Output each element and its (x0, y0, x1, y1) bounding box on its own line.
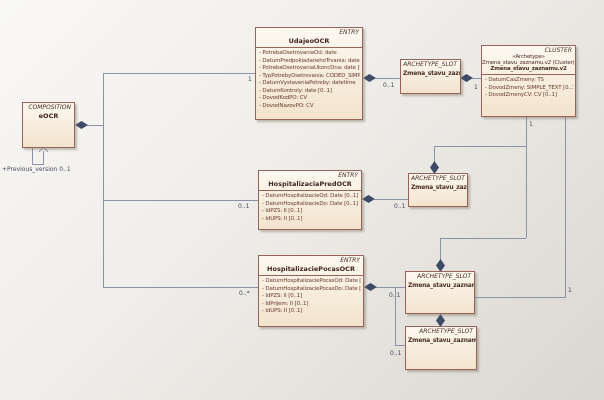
multiplicity-label: 0..1 (390, 350, 401, 357)
connector-segment (32, 148, 33, 165)
attribute-list: - DatumCasZmeny: TS - DovodZmeny: SIMPLE… (482, 74, 575, 101)
attribute: - DovodNazovPO: CV (259, 103, 360, 111)
stereotype-label: ENTRY (259, 171, 361, 179)
class-slot-zmena-stavu-zaznamu-spp[interactable]: ARCHETYPE_SLOT Zmena_stavu_zaznamu_SPP (405, 326, 477, 370)
class-hospitalizaciepocasocr[interactable]: ENTRY HospitalizaciePocasOCR - DatumHosp… (258, 255, 364, 327)
class-title: Zmena_stavu_zaznamu (401, 68, 460, 78)
connector-segment (565, 117, 566, 297)
attribute: - DatumHospitalizacieDo: Date [0..1] (262, 201, 359, 209)
class-title: Zmena_stavu_zaznamu_UPS (406, 280, 474, 290)
stereotype-label: ENTRY (259, 256, 363, 264)
connector-segment (472, 78, 481, 79)
attribute: - IdPZS: II [0..1] (262, 293, 361, 301)
attribute: - DatumPredpokladanehoTrvania: date (259, 58, 360, 66)
class-title: HospitalizaciaPredOCR (259, 179, 361, 190)
class-title: Zmena_stavu_zaznamu (409, 182, 467, 192)
connector-segment (434, 146, 526, 147)
attribute-list: - DatumHospitalizaciePocasOd: Date [0..1… (259, 275, 363, 317)
class-slot-zmena-stavu-zaznamu-ups[interactable]: ARCHETYPE_SLOT Zmena_stavu_zaznamu_UPS (405, 271, 475, 314)
class-title: Zmena_stavu_zaznamu.v2 (482, 66, 575, 72)
connector-segment (434, 146, 435, 163)
multiplicity-label: 1 (529, 121, 533, 128)
class-eocr[interactable]: COMPOSITION eOCR (22, 102, 75, 148)
attribute-list: - PotrebaOsetrovaniaOd: date - DatumPred… (256, 47, 362, 111)
stereotype-label: COMPOSITION (23, 103, 74, 111)
class-title: HospitalizaciePocasOCR (259, 264, 363, 275)
attribute: - DatumVystaveniaPotreby: datetime (259, 80, 360, 88)
connector-segment (375, 78, 400, 79)
attribute: - DatumCasZmeny: TS (485, 77, 573, 85)
stereotype-label: ARCHETYPE_SLOT (401, 60, 460, 68)
attribute: - IdUPS: II [0..1] (262, 308, 361, 316)
attribute: - DatumHospitalizacieOd: Date [0..1] (262, 193, 359, 201)
attribute: - DatumHospitalizaciePocasOd: Date [0..1… (262, 278, 361, 286)
class-title: UdajeoOCR (256, 36, 362, 47)
attribute-list: - DatumHospitalizacieOd: Date [0..1] - D… (259, 190, 361, 224)
class-hospitalizaciapredocr[interactable]: ENTRY HospitalizaciaPredOCR - DatumHospi… (258, 170, 362, 230)
attribute: - IdPrijem: II [0..1] (262, 301, 361, 309)
attribute: - IdPZS: II [0..1] (262, 208, 359, 216)
connector-segment (440, 238, 526, 239)
attribute: - DatumKontroly: date [0..1] (259, 88, 360, 96)
class-title: Zmena_stavu_zaznamu_SPP (406, 335, 476, 345)
connector-segment (526, 117, 527, 238)
multiplicity-label: 0..1 (389, 292, 400, 299)
stereotype-label: ENTRY (256, 28, 362, 36)
attribute: - PotrebaOsetrovaniaUkoncDna: date [0..1… (259, 65, 360, 73)
connector-segment (103, 200, 258, 201)
attribute: - TypPotrebyOsetrovania: CODED_SIMPLE (259, 73, 360, 81)
generalization-arrow-icon (39, 147, 49, 157)
multiplicity-label: 0..1 (394, 203, 405, 210)
attribute: - DovodZmenyCV: CV [0..1] (485, 92, 573, 100)
connector-segment (103, 287, 258, 288)
multiplicity-label: 1 (474, 84, 478, 91)
multiplicity-label: 1 (568, 287, 572, 294)
connector-segment (395, 345, 405, 346)
multiplicity-label: 1 (248, 76, 252, 83)
connector-segment (374, 199, 408, 200)
attribute: - IdUPS: II [0..1] (262, 216, 359, 224)
stereotype-label: ARCHETYPE_SLOT (406, 272, 474, 280)
connector-segment (376, 287, 405, 288)
connector-segment (475, 297, 566, 298)
class-slot-zmena-stavu-zaznamu-top[interactable]: ARCHETYPE_SLOT Zmena_stavu_zaznamu (400, 59, 461, 94)
class-slot-zmena-stavu-zaznamu-mid[interactable]: ARCHETYPE_SLOT Zmena_stavu_zaznamu (408, 173, 468, 207)
connector-segment (87, 125, 104, 126)
attribute: - DatumHospitalizaciePocasDo: Date [0..1… (262, 286, 361, 294)
stereotype-label: ARCHETYPE_SLOT (406, 327, 476, 335)
attribute: - DovodKodPO: CV (259, 95, 360, 103)
attribute: - DovodZmeny: SIMPLE_TEXT [0..1] (485, 85, 573, 93)
connector-segment (440, 238, 441, 260)
multiplicity-label: 0..1 (238, 203, 249, 210)
connector-segment (103, 73, 104, 288)
previous-version-label: +Previous_version 0..1 (2, 166, 71, 173)
stereotype-label: CLUSTER (482, 46, 575, 54)
multiplicity-label: 0..* (239, 290, 250, 297)
stereotype-label: ARCHETYPE_SLOT (409, 174, 467, 182)
diagram-canvas: 1 0..1 0..* 0..1 1 1 0..1 0..1 1 0..1 +P… (0, 0, 604, 400)
class-cluster-zmena-stavu-zaznamu[interactable]: CLUSTER «Archetype» Zmena_stavu_zaznamu.… (481, 45, 576, 117)
class-udajeoocr[interactable]: ENTRY UdajeoOCR - PotrebaOsetrovaniaOd: … (255, 27, 363, 120)
class-title: eOCR (23, 111, 74, 122)
connector-segment (103, 73, 255, 74)
attribute: - PotrebaOsetrovaniaOd: date (259, 50, 360, 58)
multiplicity-label: 0..1 (383, 82, 394, 89)
